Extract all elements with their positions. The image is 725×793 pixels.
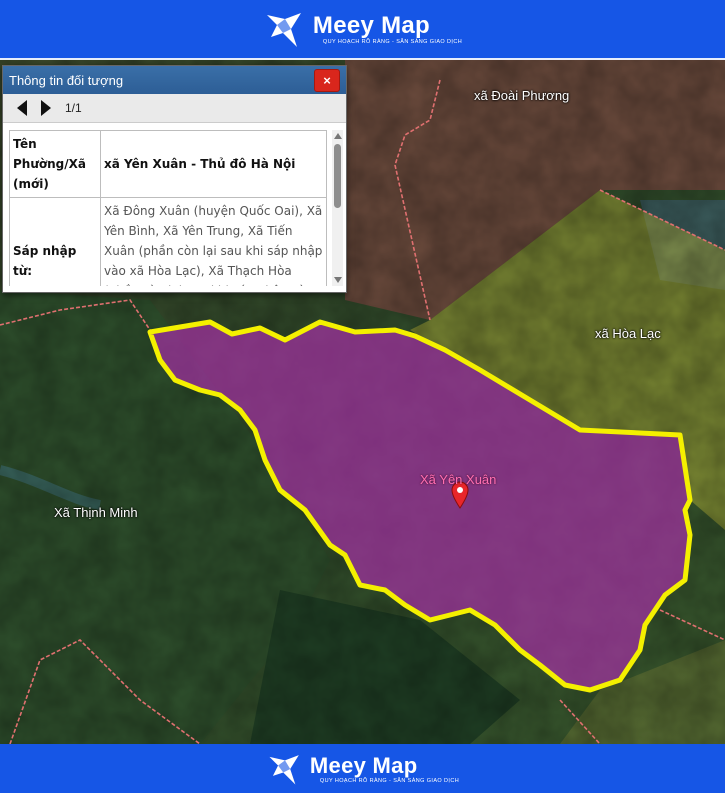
scroll-up-icon[interactable] bbox=[334, 133, 342, 139]
arrow-right-icon[interactable] bbox=[41, 100, 51, 116]
scroll-thumb[interactable] bbox=[334, 144, 341, 208]
row-value: Xã Đông Xuân (huyện Quốc Oai), Xã Yên Bì… bbox=[100, 197, 327, 286]
info-panel-title: Thông tin đối tượng bbox=[9, 72, 124, 88]
scrollbar[interactable] bbox=[332, 130, 343, 286]
row-key: Tên Phường/Xã (mới) bbox=[9, 130, 101, 198]
brand-name: Meey Map bbox=[312, 12, 431, 39]
map-label-thinh-minh: Xã Thịnh Minh bbox=[54, 505, 138, 520]
meey-logo-icon bbox=[269, 754, 299, 785]
brand-logo-footer: Meey Map QUY HOẠCH RÕ RÀNG - SẴN SÀNG GI… bbox=[266, 750, 459, 788]
arrow-left-icon[interactable] bbox=[17, 100, 27, 116]
brand-tagline: QUY HOẠCH RÕ RÀNG - SẴN SÀNG GIAO DỊCH bbox=[319, 777, 460, 784]
row-value: xã Yên Xuân - Thủ đô Hà Nội bbox=[100, 130, 327, 198]
page-indicator: 1/1 bbox=[65, 101, 82, 115]
brand-logo: Meey Map QUY HOẠCH RÕ RÀNG - SẴN SÀNG GI… bbox=[263, 7, 462, 51]
table-row: Sáp nhập từ: Xã Đông Xuân (huyện Quốc Oa… bbox=[9, 197, 327, 286]
info-table-container[interactable]: Tên Phường/Xã (mới) xã Yên Xuân - Thủ đô… bbox=[9, 130, 329, 286]
map-label-hoa-lac: xã Hòa Lạc bbox=[595, 326, 661, 341]
row-key: Sáp nhập từ: bbox=[9, 197, 101, 286]
close-button[interactable]: × bbox=[314, 69, 340, 92]
scroll-down-icon[interactable] bbox=[334, 277, 342, 283]
map-label-yen-xuan: Xã Yên Xuân bbox=[420, 472, 497, 487]
table-row: Tên Phường/Xã (mới) xã Yên Xuân - Thủ đô… bbox=[9, 130, 327, 198]
close-icon: × bbox=[323, 73, 331, 88]
pagination-bar: 1/1 bbox=[3, 94, 346, 123]
map-label-doai-phuong: xã Đoài Phương bbox=[474, 88, 570, 103]
footer-bar: Meey Map QUY HOẠCH RÕ RÀNG - SẴN SÀNG GI… bbox=[0, 744, 725, 793]
info-panel: Thông tin đối tượng × 1/1 Tên Phường/Xã … bbox=[2, 65, 347, 293]
meey-logo-icon bbox=[266, 13, 301, 47]
header-bar: Meey Map QUY HOẠCH RÕ RÀNG - SẴN SÀNG GI… bbox=[0, 0, 725, 60]
info-panel-header: Thông tin đối tượng × bbox=[3, 66, 346, 94]
brand-tagline: QUY HOẠCH RÕ RÀNG - SẴN SÀNG GIAO DỊCH bbox=[322, 39, 463, 45]
info-table: Tên Phường/Xã (mới) xã Yên Xuân - Thủ đô… bbox=[9, 130, 327, 286]
brand-name: Meey Map bbox=[309, 752, 418, 778]
